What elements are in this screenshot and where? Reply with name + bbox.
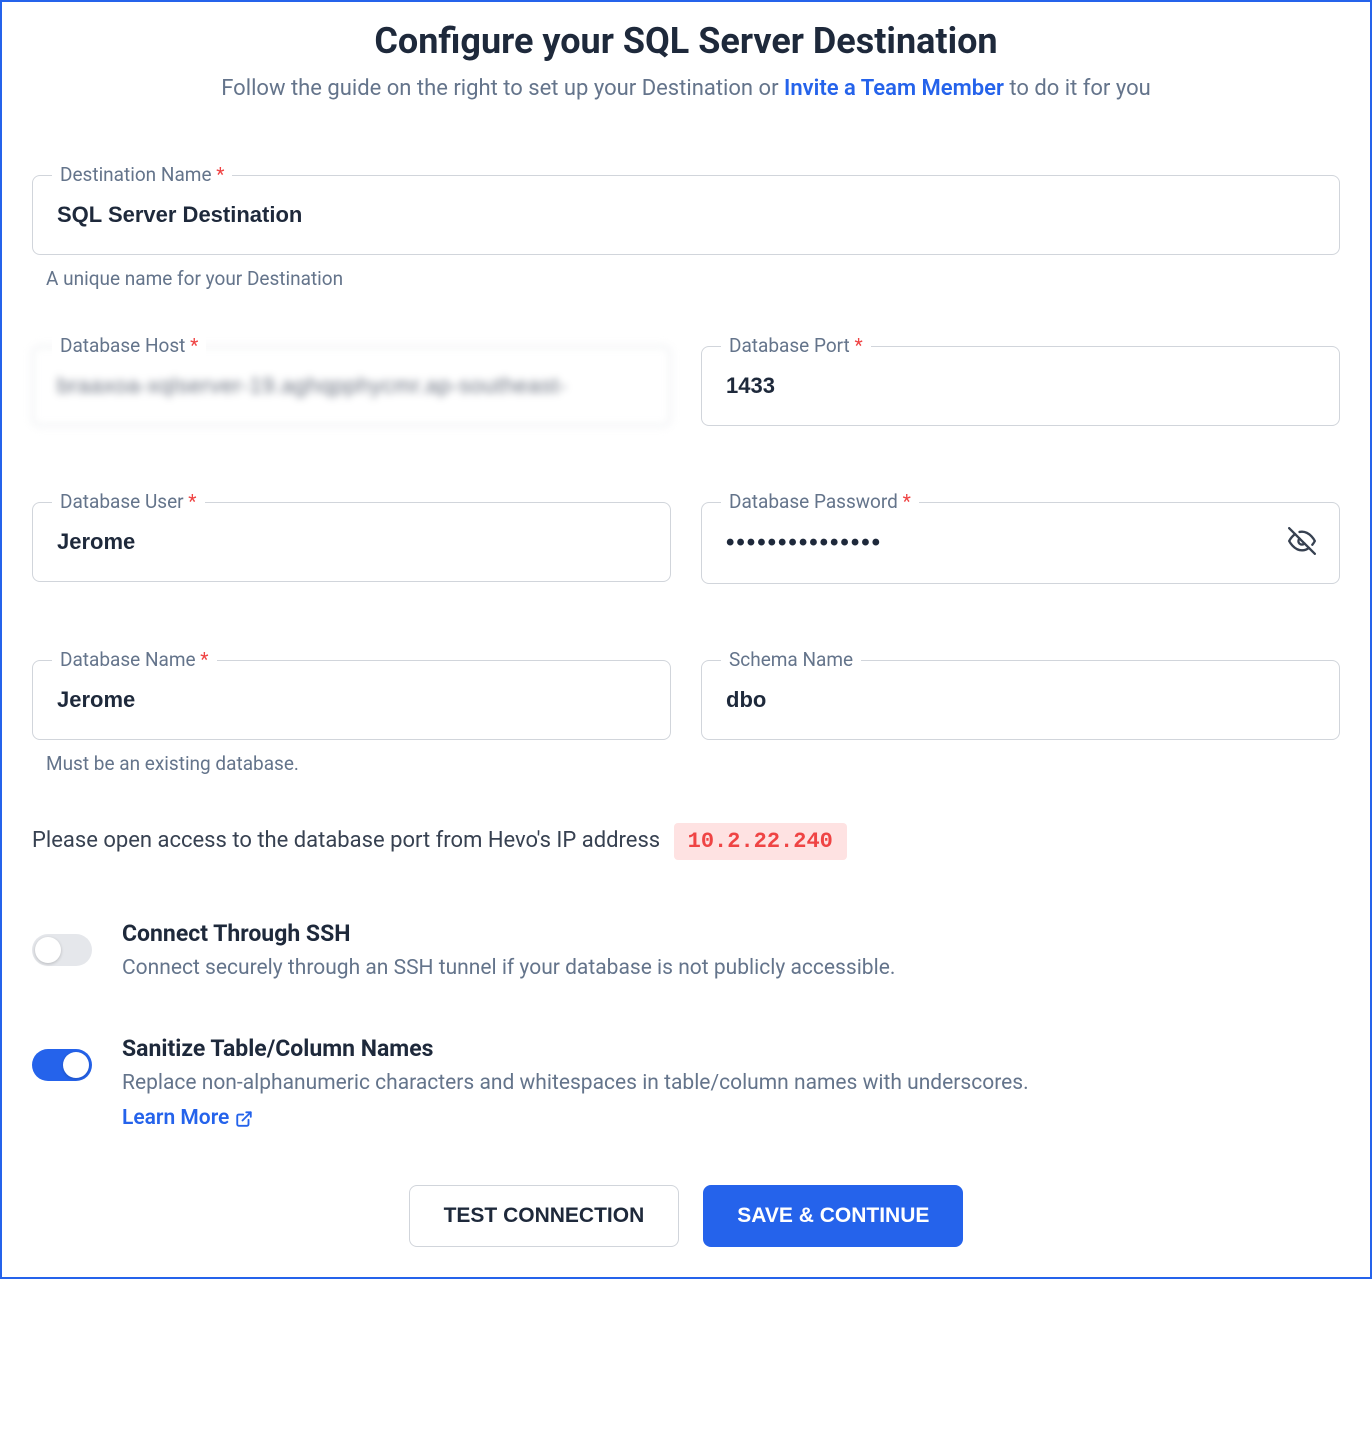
config-form-container: Configure your SQL Server Destination Fo… (0, 0, 1372, 1279)
learn-more-link[interactable]: Learn More (122, 1103, 253, 1135)
database-port-label: Database Port * (721, 334, 871, 357)
database-name-field: Database Name * (32, 660, 671, 740)
required-marker: * (185, 334, 198, 357)
external-link-icon (235, 1110, 253, 1128)
required-marker: * (898, 490, 911, 513)
form-header: Configure your SQL Server Destination Fo… (32, 20, 1340, 101)
database-name-label: Database Name * (52, 648, 217, 671)
sanitize-toggle[interactable] (32, 1049, 92, 1081)
toggle-knob (35, 937, 61, 963)
database-user-label: Database User * (52, 490, 205, 513)
database-password-input[interactable] (701, 502, 1340, 584)
subtitle-prefix: Follow the guide on the right to set up … (221, 76, 784, 101)
database-user-input[interactable] (32, 502, 671, 582)
destination-name-input[interactable] (32, 175, 1340, 255)
destination-name-label: Destination Name * (52, 163, 232, 186)
sanitize-toggle-row: Sanitize Table/Column Names Replace non-… (32, 1035, 1340, 1135)
ip-address-badge: 10.2.22.240 (674, 823, 847, 860)
sanitize-toggle-content: Sanitize Table/Column Names Replace non-… (122, 1035, 1340, 1135)
destination-name-hint: A unique name for your Destination (46, 267, 1340, 290)
sanitize-toggle-title: Sanitize Table/Column Names (122, 1035, 1340, 1062)
required-marker: * (850, 334, 863, 357)
database-port-input[interactable] (701, 346, 1340, 426)
required-marker: * (184, 490, 197, 513)
ssh-toggle-row: Connect Through SSH Connect securely thr… (32, 920, 1340, 985)
ssh-toggle-content: Connect Through SSH Connect securely thr… (122, 920, 1340, 985)
database-host-label: Database Host * (52, 334, 206, 357)
database-name-hint: Must be an existing database. (46, 752, 671, 775)
toggle-knob (63, 1052, 89, 1078)
invite-team-link[interactable]: Invite a Team Member (784, 76, 1004, 101)
ip-notice-text: Please open access to the database port … (32, 828, 660, 853)
ssh-toggle[interactable] (32, 934, 92, 966)
eye-off-icon[interactable] (1288, 527, 1316, 559)
required-marker: * (212, 163, 225, 186)
test-connection-button[interactable]: TEST CONNECTION (409, 1185, 680, 1247)
destination-name-field: Destination Name * (32, 175, 1340, 255)
database-host-input[interactable] (32, 346, 671, 426)
database-port-field: Database Port * (701, 346, 1340, 426)
action-buttons: TEST CONNECTION SAVE & CONTINUE (32, 1185, 1340, 1247)
sanitize-toggle-desc: Replace non-alphanumeric characters and … (122, 1068, 1340, 1135)
schema-name-field: Schema Name (701, 660, 1340, 740)
required-marker: * (196, 648, 209, 671)
database-host-field: Database Host * (32, 346, 671, 426)
database-user-field: Database User * (32, 502, 671, 582)
save-continue-button[interactable]: SAVE & CONTINUE (703, 1185, 963, 1247)
schema-name-input[interactable] (701, 660, 1340, 740)
database-password-field: Database Password * (701, 502, 1340, 584)
page-title: Configure your SQL Server Destination (32, 20, 1340, 62)
page-subtitle: Follow the guide on the right to set up … (32, 76, 1340, 101)
database-name-input[interactable] (32, 660, 671, 740)
ssh-toggle-title: Connect Through SSH (122, 920, 1340, 947)
ip-access-notice: Please open access to the database port … (32, 823, 1340, 860)
subtitle-suffix: to do it for you (1004, 76, 1151, 101)
ssh-toggle-desc: Connect securely through an SSH tunnel i… (122, 953, 1340, 985)
database-password-label: Database Password * (721, 490, 919, 513)
schema-name-label: Schema Name (721, 648, 861, 671)
